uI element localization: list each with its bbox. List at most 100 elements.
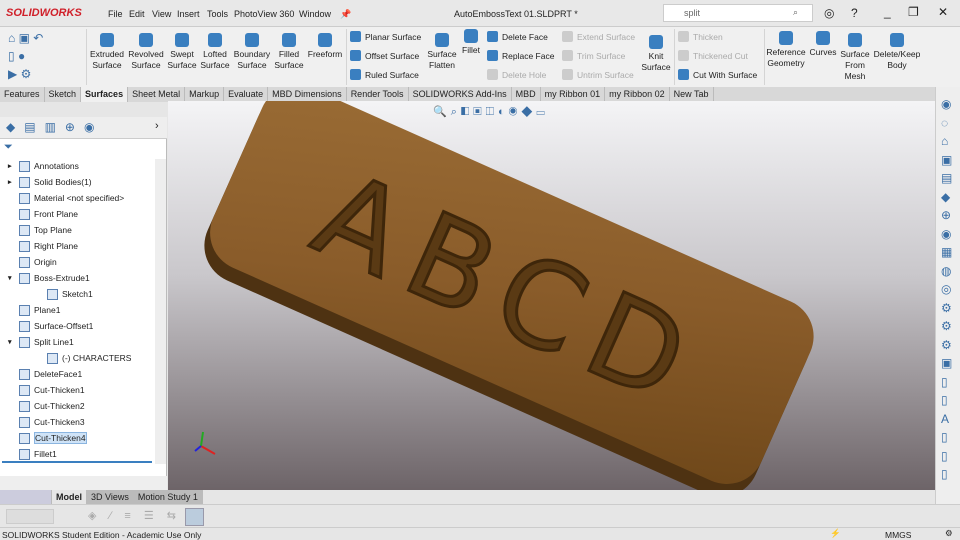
- knit-surface-button[interactable]: Knit Surface: [640, 35, 672, 73]
- tree-item[interactable]: Plane1: [8, 303, 60, 317]
- tree-item[interactable]: Cut-Thicken2: [8, 399, 85, 413]
- graphics-viewport[interactable]: 🔍⌕◧▣◫◐◉◆▭ ABCD: [168, 101, 935, 490]
- help-icon[interactable]: ?: [851, 6, 858, 20]
- expand-arrow-icon[interactable]: ▾: [8, 338, 15, 346]
- menu-window[interactable]: Window: [299, 9, 331, 19]
- untrim-surface-button[interactable]: Untrim Surface: [562, 69, 634, 80]
- lofted-surface-button[interactable]: Lofted Surface: [199, 33, 231, 71]
- surface-from-mesh-button[interactable]: Surface From Mesh: [840, 33, 870, 82]
- restore-icon[interactable]: ❐: [908, 5, 919, 19]
- search-input[interactable]: split: [663, 4, 813, 22]
- tab-my-ribbon-01[interactable]: my Ribbon 01: [541, 87, 606, 102]
- account-icon[interactable]: ◎: [824, 6, 834, 20]
- bottom-tab-3d-views[interactable]: 3D Views: [87, 490, 134, 505]
- bottom-tab-model[interactable]: Model: [52, 490, 87, 505]
- delete-face-button[interactable]: Delete Face: [487, 31, 548, 42]
- task-pane-icons[interactable]: ◉ ◌ ⌂ ▣ ▤ ◆ ⊕ ◉ ▦ ◍ ◎ ⚙ ⚙ ⚙ ▣ ▯ ▯ A ▯ ▯ ▯: [941, 95, 952, 484]
- tree-item[interactable]: Origin: [8, 255, 57, 269]
- panel-tab-icons[interactable]: ◆▤▥⊕◉: [6, 120, 103, 134]
- tab-sheet-metal[interactable]: Sheet Metal: [128, 87, 186, 102]
- extend-surface-button[interactable]: Extend Surface: [562, 31, 635, 42]
- fillet-button[interactable]: Fillet: [460, 29, 482, 56]
- menu-edit[interactable]: Edit: [129, 9, 145, 19]
- tree-item[interactable]: Surface-Offset1: [8, 319, 93, 333]
- tab-scroll-arrows[interactable]: [0, 490, 52, 505]
- view-toggle-icon[interactable]: [185, 508, 204, 526]
- revolved-surface-button[interactable]: Revolved Surface: [127, 33, 165, 71]
- trim-surface-button[interactable]: Trim Surface: [562, 50, 625, 61]
- tree-item[interactable]: Material <not specified>: [8, 191, 124, 205]
- tree-item[interactable]: Cut-Thicken1: [8, 383, 85, 397]
- freeform-button[interactable]: Freeform: [306, 33, 344, 60]
- menu-tools[interactable]: Tools: [207, 9, 228, 19]
- offset-surface-button[interactable]: Offset Surface: [350, 50, 419, 61]
- quick-access-icons[interactable]: ⌂ ▣ ↶ ▯ ● ▶ ⚙: [8, 29, 43, 83]
- search-icon[interactable]: ⌕: [793, 7, 798, 18]
- status-bar: SOLIDWORKS Student Edition - Academic Us…: [0, 527, 960, 540]
- ruled-surface-button[interactable]: Ruled Surface: [350, 69, 419, 80]
- tree-item[interactable]: ▾ Split Line1: [8, 335, 74, 349]
- extruded-surface-button[interactable]: Extruded Surface: [89, 33, 125, 71]
- surface-flatten-button[interactable]: Surface Flatten: [425, 33, 459, 71]
- menu-file[interactable]: File: [108, 9, 123, 19]
- settings-icon[interactable]: ⚙: [945, 528, 953, 539]
- chevron-right-icon[interactable]: ›: [155, 120, 159, 132]
- filter-icon[interactable]: ⏷: [4, 141, 13, 154]
- rebuild-icon[interactable]: ⚡: [830, 528, 841, 539]
- tree-item[interactable]: Cut-Thicken4: [8, 431, 87, 445]
- tree-item[interactable]: DeleteFace1: [8, 367, 82, 381]
- filled-surface-button[interactable]: Filled Surface: [273, 33, 305, 71]
- expand-arrow-icon[interactable]: ▸: [8, 178, 15, 186]
- reference-geometry-button[interactable]: Reference Geometry: [766, 31, 806, 69]
- tab-new-tab[interactable]: New Tab: [670, 87, 714, 102]
- motion-toolbar-icons[interactable]: ◈ ∕ ≡ ☰ ⇆: [88, 509, 181, 522]
- minimize-icon[interactable]: _: [884, 5, 891, 19]
- tab-solidworks-add-ins[interactable]: SOLIDWORKS Add-Ins: [409, 87, 512, 102]
- units-selector[interactable]: MMGS: [885, 530, 911, 540]
- tab-my-ribbon-02[interactable]: my Ribbon 02: [605, 87, 670, 102]
- menu-photoview[interactable]: PhotoView 360: [234, 9, 294, 19]
- tab-mbd-dimensions[interactable]: MBD Dimensions: [268, 87, 347, 102]
- feature-icon: [19, 432, 30, 444]
- bottom-tab-motion-study-1[interactable]: Motion Study 1: [133, 490, 203, 505]
- planar-surface-button[interactable]: Planar Surface: [350, 31, 421, 42]
- tab-render-tools[interactable]: Render Tools: [347, 87, 409, 102]
- menu-insert[interactable]: Insert: [177, 9, 200, 19]
- cut-with-surface-button[interactable]: Cut With Surface: [678, 69, 757, 80]
- menu-view[interactable]: View: [152, 9, 171, 19]
- close-icon[interactable]: ✕: [938, 5, 948, 19]
- tree-item[interactable]: (-) CHARACTERS: [36, 351, 131, 365]
- delete-hole-button[interactable]: Delete Hole: [487, 69, 546, 80]
- thicken-button[interactable]: Thicken: [678, 31, 723, 42]
- embossed-plate[interactable]: ABCD: [192, 101, 826, 490]
- tree-item[interactable]: Sketch1: [36, 287, 93, 301]
- tree-item[interactable]: Top Plane: [8, 223, 72, 237]
- tab-surfaces[interactable]: Surfaces: [81, 87, 129, 102]
- tab-evaluate[interactable]: Evaluate: [224, 87, 269, 102]
- expand-arrow-icon[interactable]: ▾: [8, 274, 15, 282]
- curves-button[interactable]: Curves: [808, 31, 838, 58]
- tree-item[interactable]: ▸ Annotations: [8, 159, 79, 173]
- rollback-bar[interactable]: [2, 461, 152, 463]
- delete-keep-body-button[interactable]: Delete/Keep Body: [872, 33, 922, 71]
- tree-item[interactable]: ▾ Boss-Extrude1: [8, 271, 90, 285]
- tree-item[interactable]: Front Plane: [8, 207, 78, 221]
- tab-mbd[interactable]: MBD: [512, 87, 541, 102]
- expand-arrow-icon[interactable]: ▸: [8, 162, 15, 170]
- tree-item[interactable]: Right Plane: [8, 239, 78, 253]
- horizontal-scrollbar[interactable]: [0, 476, 167, 490]
- tree-item[interactable]: Cut-Thicken3: [8, 415, 85, 429]
- tab-markup[interactable]: Markup: [185, 87, 225, 102]
- thickened-cut-button[interactable]: Thickened Cut: [678, 50, 748, 61]
- tab-features[interactable]: Features: [0, 87, 45, 102]
- command-manager-tabs: Features Sketch Surfaces Sheet Metal Markup E…: [0, 87, 935, 102]
- replace-face-button[interactable]: Replace Face: [487, 50, 554, 61]
- config-dropdown[interactable]: [6, 509, 54, 524]
- tree-item[interactable]: Fillet1: [8, 447, 57, 461]
- boundary-surface-button[interactable]: Boundary Surface: [232, 33, 272, 71]
- tree-scrollbar[interactable]: [155, 159, 166, 464]
- swept-surface-button[interactable]: Swept Surface: [166, 33, 198, 71]
- tree-item[interactable]: ▸ Solid Bodies(1): [8, 175, 92, 189]
- tab-sketch[interactable]: Sketch: [45, 87, 82, 102]
- pin-icon[interactable]: 📌: [340, 9, 351, 20]
